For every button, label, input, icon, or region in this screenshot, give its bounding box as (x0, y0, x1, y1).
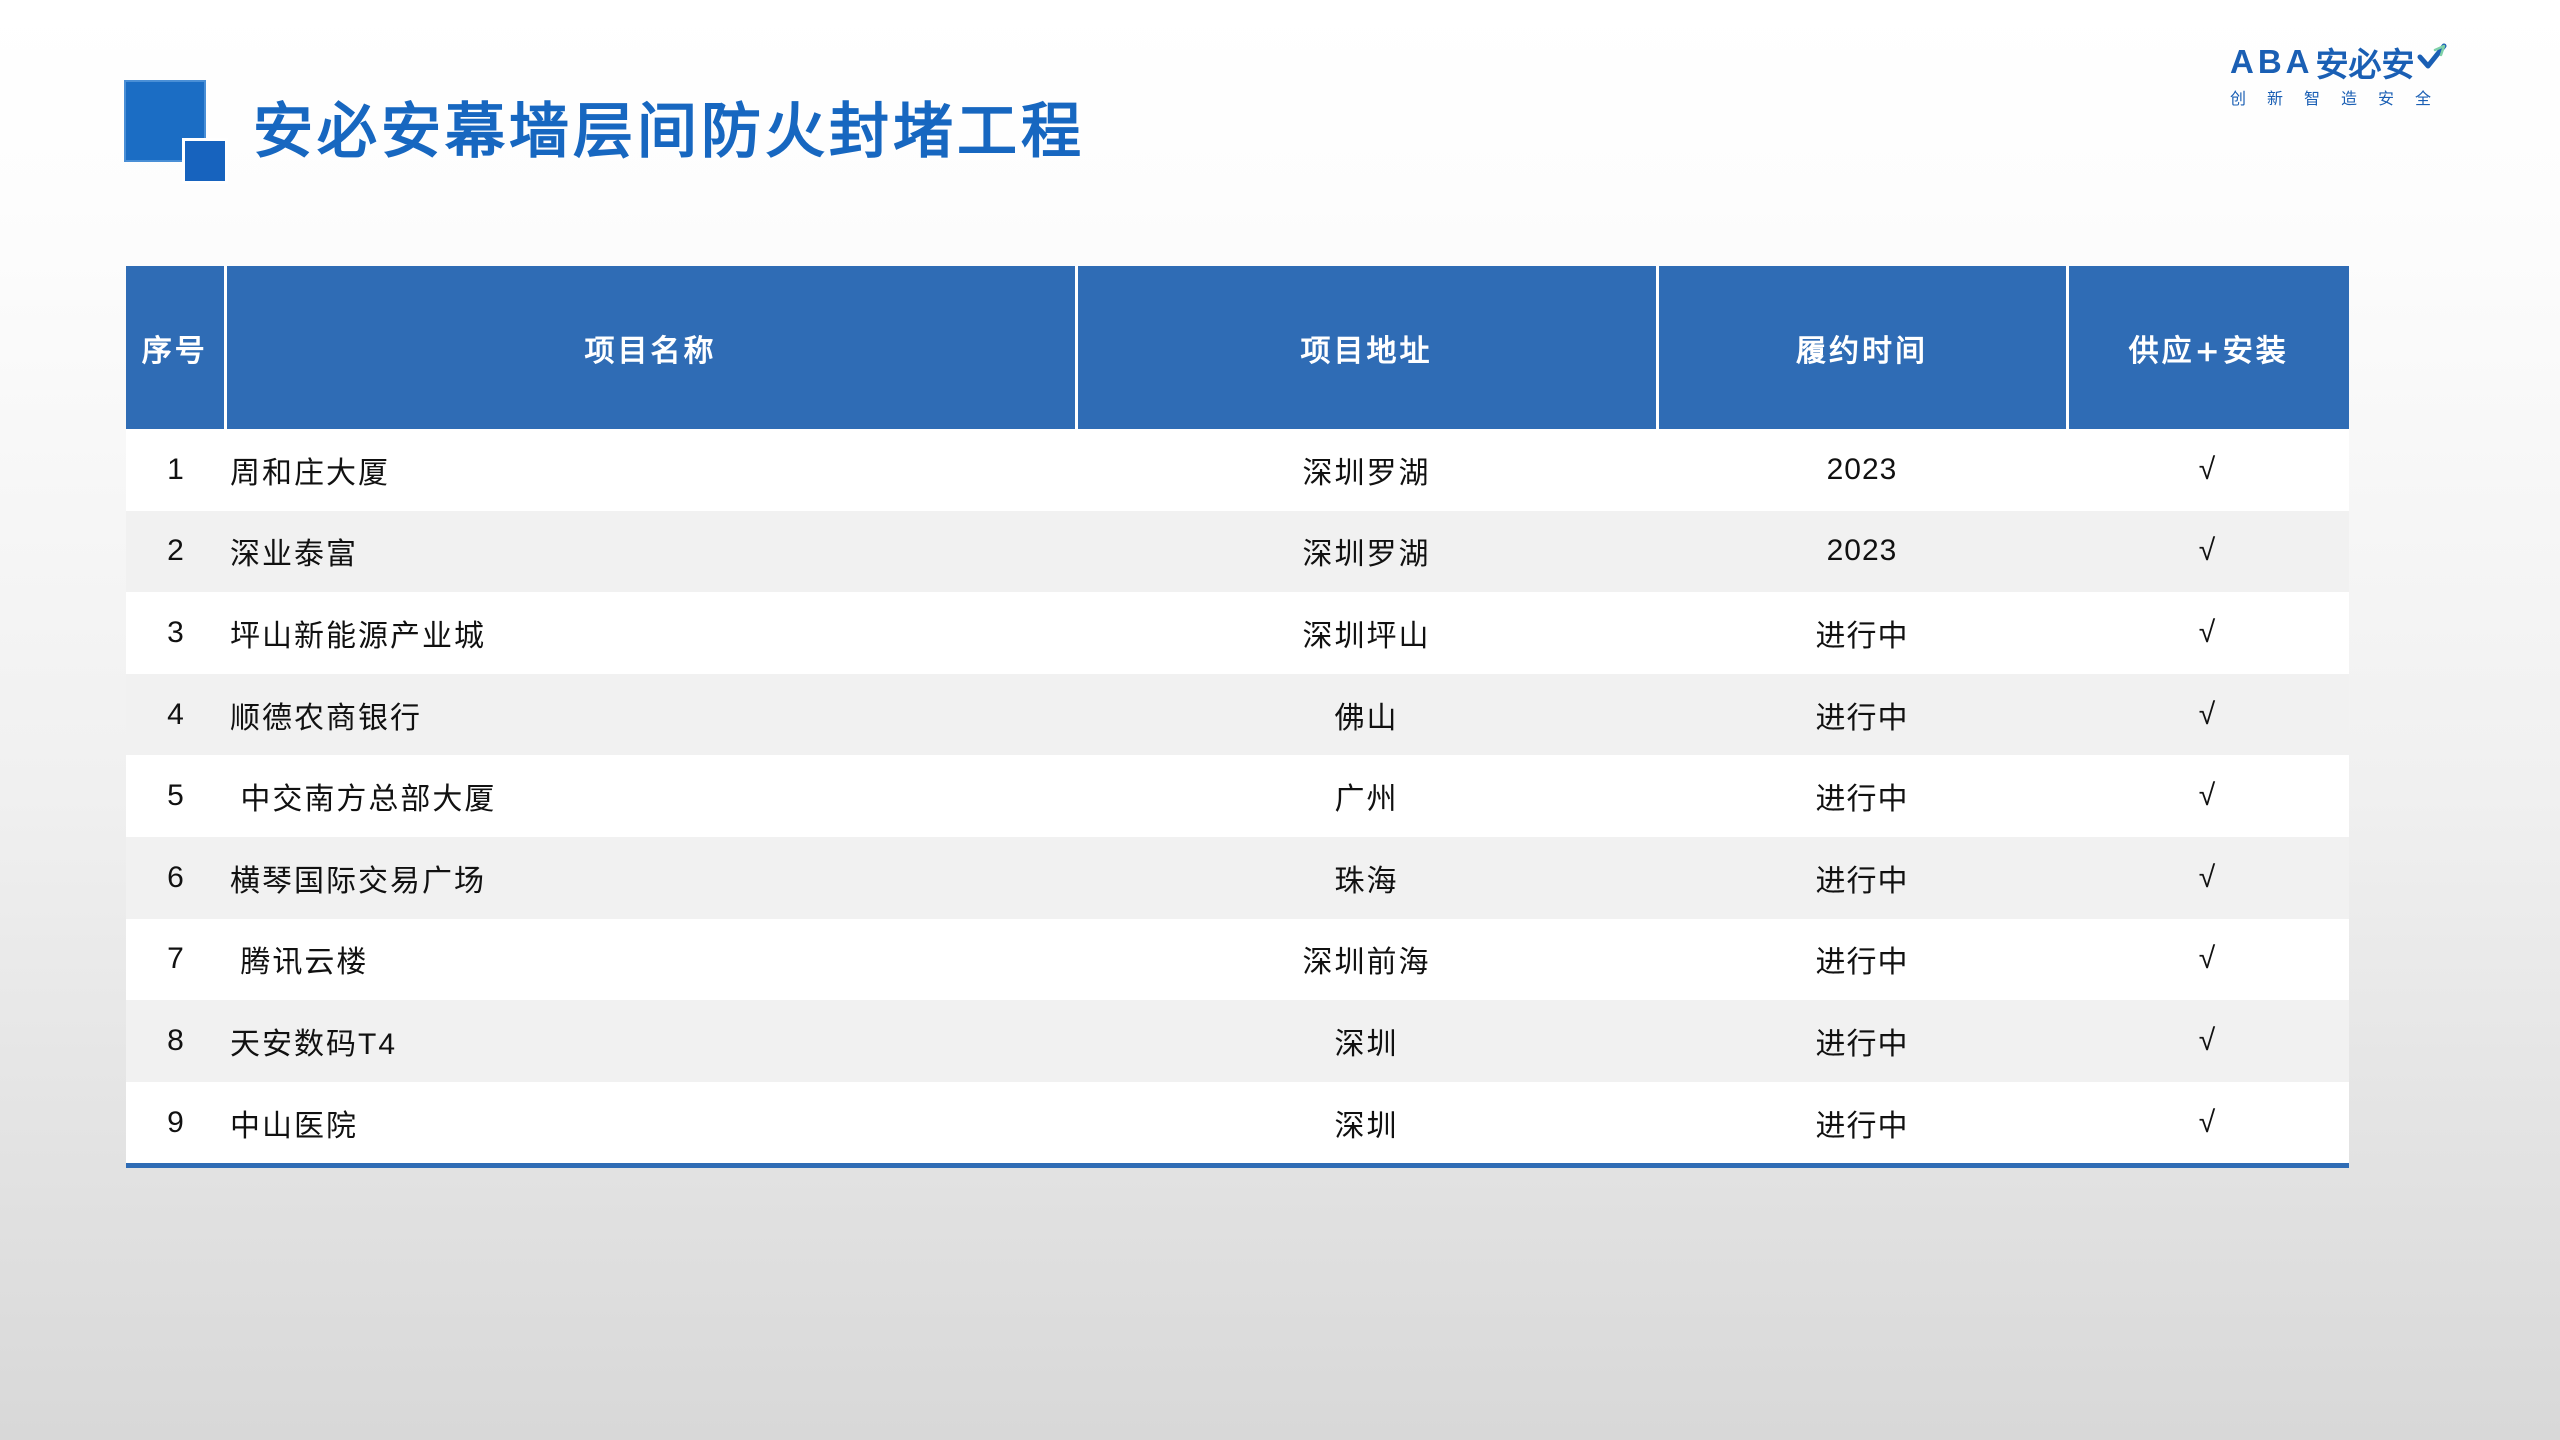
cell-address: 深圳 (1076, 1000, 1657, 1082)
cell-supply-install: √ (2067, 836, 2349, 919)
cell-supply-install: √ (2067, 1081, 2349, 1166)
aba-logo: ABA 安必安 创新智造安全 (2230, 42, 2480, 109)
project-table: 序号 项目名称 项目地址 履约时间 供应+安装 1 周和庄大厦 深圳罗湖 2023 √ 2… (126, 266, 2349, 1169)
cell-no: 4 (126, 673, 225, 756)
header-project-name: 项目名称 (223, 266, 1076, 429)
cell-address: 珠海 (1076, 836, 1657, 919)
table-row: 6 横琴国际交易广场 珠海 进行中 √ (126, 836, 2349, 919)
cell-address: 深圳罗湖 (1076, 510, 1657, 593)
cell-no: 6 (126, 836, 225, 919)
page-title: 安必安幕墙层间防火封堵工程 (253, 97, 1085, 167)
cell-name: 周和庄大厦 (225, 429, 1076, 511)
table-row: 7 腾讯云楼 深圳前海 进行中 √ (126, 918, 2349, 1001)
cell-supply-install: √ (2067, 510, 2349, 593)
table-header-row: 序号 项目名称 项目地址 履约时间 供应+安装 (126, 266, 2349, 429)
cell-name: 中交南方总部大厦 (225, 755, 1076, 837)
logo-tagline: 创新智造安全 (2230, 89, 2453, 108)
table-row: 1 周和庄大厦 深圳罗湖 2023 √ (126, 429, 2349, 511)
cell-no: 9 (126, 1081, 225, 1166)
cell-time: 进行中 (1657, 1081, 2067, 1166)
header-no: 序号 (126, 266, 225, 429)
cell-name: 中山医院 (225, 1081, 1076, 1166)
checkmark-icon (2417, 43, 2446, 69)
cell-time: 进行中 (1657, 592, 2067, 674)
logo-brand-cn: 安必安 (2315, 45, 2415, 84)
cell-supply-install: √ (2067, 429, 2349, 511)
cell-supply-install: √ (2067, 673, 2349, 756)
cell-address: 佛山 (1076, 673, 1657, 756)
cell-address: 深圳罗湖 (1076, 429, 1657, 511)
cell-time: 进行中 (1657, 1000, 2067, 1082)
cell-address: 深圳坪山 (1076, 592, 1657, 674)
logo-brand: ABA 安必安 (2230, 42, 2480, 84)
cell-name: 天安数码T4 (225, 1000, 1076, 1082)
cell-time: 进行中 (1657, 673, 2067, 756)
cell-time: 2023 (1657, 510, 2067, 593)
table-header: 序号 项目名称 项目地址 履约时间 供应+安装 (126, 266, 2349, 429)
cell-time: 进行中 (1657, 755, 2067, 837)
table-row: 8 天安数码T4 深圳 进行中 √ (126, 1000, 2349, 1082)
cell-no: 2 (126, 510, 225, 593)
cell-name: 顺德农商银行 (225, 673, 1076, 756)
cell-address: 深圳前海 (1076, 918, 1657, 1001)
cell-time: 2023 (1657, 429, 2067, 511)
cell-no: 7 (126, 918, 225, 1001)
cell-no: 8 (126, 1000, 225, 1082)
cell-name: 深业泰富 (225, 510, 1076, 593)
cell-supply-install: √ (2067, 1000, 2349, 1082)
table-row: 3 坪山新能源产业城 深圳坪山 进行中 √ (126, 592, 2349, 674)
cell-supply-install: √ (2067, 592, 2349, 674)
header-project-address: 项目地址 (1074, 266, 1657, 429)
cell-supply-install: √ (2067, 755, 2349, 837)
table-body: 1 周和庄大厦 深圳罗湖 2023 √ 2 深业泰富 深圳罗湖 2023 √ 3 坪山新能源产业城 深圳… (126, 429, 2349, 1166)
cell-supply-install: √ (2067, 918, 2349, 1001)
header-supply-install: 供应+安装 (2065, 266, 2349, 429)
cell-name: 腾讯云楼 (225, 918, 1076, 1001)
cell-time: 进行中 (1657, 836, 2067, 919)
table-row: 5 中交南方总部大厦 广州 进行中 √ (126, 755, 2349, 837)
table-row: 9 中山医院 深圳 进行中 √ (126, 1081, 2349, 1166)
table-row: 4 顺德农商银行 佛山 进行中 √ (126, 673, 2349, 756)
cell-name: 横琴国际交易广场 (225, 836, 1076, 919)
cell-address: 广州 (1076, 755, 1657, 837)
cell-time: 进行中 (1657, 918, 2067, 1001)
logo-brand-latin: ABA (2230, 43, 2314, 80)
header-contract-time: 履约时间 (1655, 266, 2067, 429)
cell-name: 坪山新能源产业城 (225, 592, 1076, 674)
title-square-small (182, 138, 228, 184)
cell-no: 1 (126, 429, 225, 511)
cell-address: 深圳 (1076, 1081, 1657, 1166)
cell-no: 5 (126, 755, 225, 837)
cell-no: 3 (126, 592, 225, 674)
table-row: 2 深业泰富 深圳罗湖 2023 √ (126, 510, 2349, 593)
